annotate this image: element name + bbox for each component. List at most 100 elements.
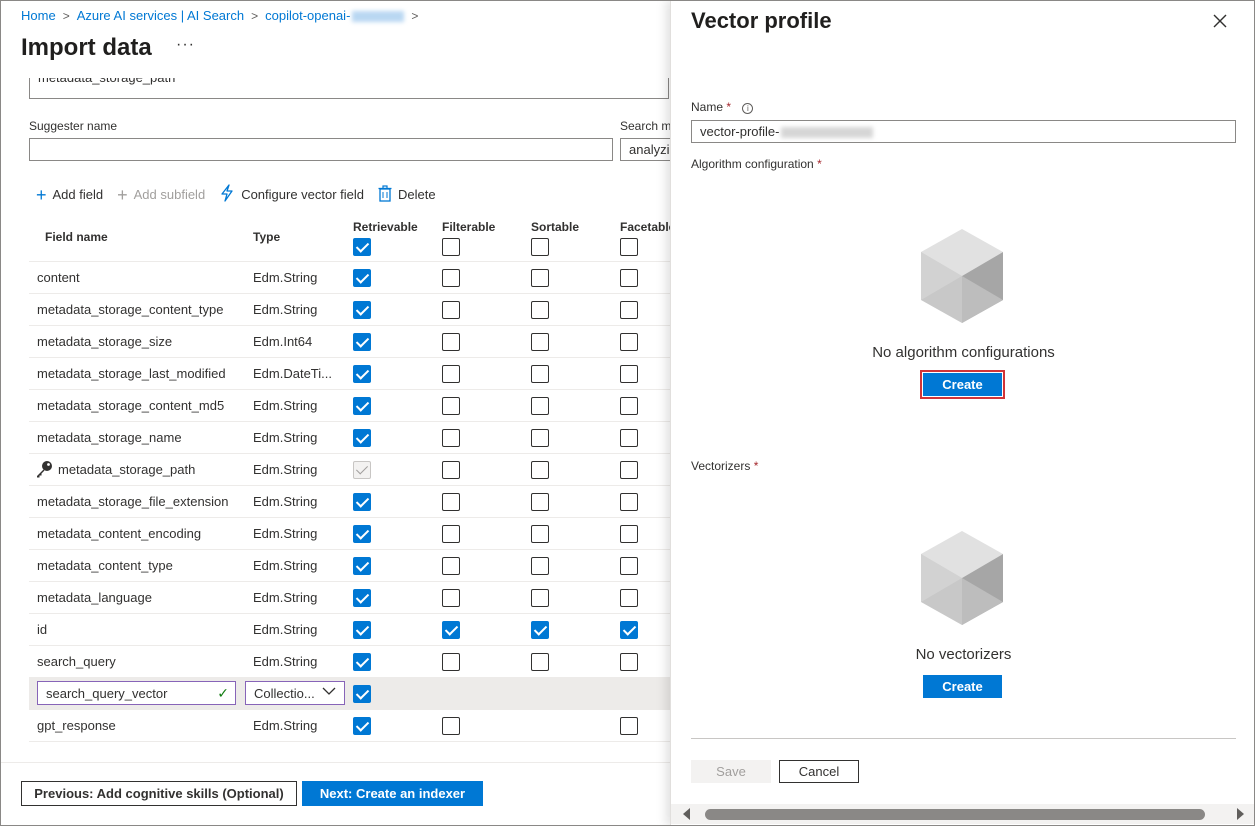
filterable-checkbox[interactable] [442, 397, 460, 415]
field-type-select[interactable]: Collectio... [245, 681, 345, 705]
close-icon[interactable] [1211, 12, 1229, 30]
configure-vector-field-button[interactable]: Configure vector field [219, 184, 364, 205]
sortable-checkbox[interactable] [531, 429, 549, 447]
add-subfield-button[interactable]: + Add subfield [117, 186, 205, 204]
field-name-cell[interactable]: metadata_storage_content_type [37, 302, 247, 317]
table-row[interactable]: metadata_storage_path Edm.String [29, 454, 670, 486]
facetable-checkbox[interactable] [620, 653, 638, 671]
key-field-input[interactable]: metadata_storage_path [29, 78, 669, 99]
field-type-cell[interactable]: Edm.String [253, 590, 338, 605]
filterable-checkbox[interactable] [442, 269, 460, 287]
filterable-checkbox[interactable] [442, 333, 460, 351]
table-row[interactable]: metadata_content_type Edm.String [29, 550, 670, 582]
table-row[interactable]: metadata_storage_content_type Edm.String [29, 294, 670, 326]
next-create-indexer-button[interactable]: Next: Create an indexer [302, 781, 483, 806]
add-field-button[interactable]: + Add field [36, 186, 103, 204]
facetable-checkbox[interactable] [620, 333, 638, 351]
table-row[interactable]: metadata_language Edm.String [29, 582, 670, 614]
field-name-cell[interactable]: metadata_language [37, 590, 247, 605]
facetable-checkbox[interactable] [620, 269, 638, 287]
field-type-cell[interactable]: Edm.Int64 [253, 334, 338, 349]
select-all-facetable-checkbox[interactable] [620, 238, 638, 256]
retrievable-checkbox[interactable] [353, 653, 371, 671]
retrievable-checkbox[interactable] [353, 525, 371, 543]
facetable-checkbox[interactable] [620, 717, 638, 735]
retrievable-checkbox[interactable] [353, 301, 371, 319]
scrollbar-thumb[interactable] [705, 809, 1205, 820]
horizontal-scrollbar[interactable] [671, 804, 1255, 824]
sortable-checkbox[interactable] [531, 525, 549, 543]
column-header-type[interactable]: Type [253, 230, 280, 244]
filterable-checkbox[interactable] [442, 429, 460, 447]
field-type-cell[interactable]: Edm.String [253, 430, 338, 445]
delete-button[interactable]: Delete [378, 184, 436, 205]
field-name-cell[interactable]: metadata_storage_content_md5 [37, 398, 247, 413]
field-name-cell[interactable]: metadata_storage_file_extension [37, 494, 247, 509]
table-row[interactable]: id Edm.String [29, 614, 670, 646]
table-row[interactable]: metadata_storage_file_extension Edm.Strin… [29, 486, 670, 518]
sortable-checkbox[interactable] [531, 365, 549, 383]
retrievable-checkbox[interactable] [353, 557, 371, 575]
table-row[interactable]: metadata_storage_last_modified Edm.DateTi… [29, 358, 670, 390]
retrievable-checkbox[interactable] [353, 365, 371, 383]
field-type-cell[interactable]: Edm.String [253, 270, 338, 285]
previous-button[interactable]: Previous: Add cognitive skills (Optional… [21, 781, 297, 806]
filterable-checkbox[interactable] [442, 589, 460, 607]
retrievable-checkbox[interactable] [353, 269, 371, 287]
scroll-right-icon[interactable] [1237, 808, 1244, 820]
select-all-retrievable-checkbox[interactable] [353, 238, 371, 256]
scroll-left-icon[interactable] [683, 808, 690, 820]
field-type-cell[interactable]: Edm.String [253, 558, 338, 573]
facetable-checkbox[interactable] [620, 365, 638, 383]
select-all-sortable-checkbox[interactable] [531, 238, 549, 256]
retrievable-checkbox[interactable] [353, 589, 371, 607]
table-row[interactable]: gpt_response Edm.String [29, 710, 670, 742]
table-row[interactable]: metadata_storage_content_md5 Edm.String [29, 390, 670, 422]
more-options-button[interactable]: ··· [176, 36, 195, 54]
facetable-checkbox[interactable] [620, 429, 638, 447]
filterable-checkbox[interactable] [442, 717, 460, 735]
field-name-cell[interactable]: gpt_response [37, 718, 247, 733]
table-row[interactable]: metadata_storage_name Edm.String [29, 422, 670, 454]
sortable-checkbox[interactable] [531, 269, 549, 287]
field-name-cell[interactable]: metadata_storage_path [58, 462, 268, 477]
field-type-cell[interactable]: Edm.String [253, 622, 338, 637]
profile-name-input[interactable]: vector-profile- [691, 120, 1236, 143]
field-name-cell[interactable]: id [37, 622, 247, 637]
facetable-checkbox[interactable] [620, 461, 638, 479]
retrievable-checkbox[interactable] [353, 493, 371, 511]
field-name-input[interactable]: search_query_vector ✓ [37, 681, 236, 705]
filterable-checkbox[interactable] [442, 525, 460, 543]
field-type-cell[interactable]: Edm.String [253, 494, 338, 509]
filterable-checkbox[interactable] [442, 301, 460, 319]
field-type-cell[interactable]: Edm.String [253, 526, 338, 541]
breadcrumb-home[interactable]: Home [21, 8, 56, 23]
facetable-checkbox[interactable] [620, 525, 638, 543]
field-type-cell[interactable]: Edm.String [253, 398, 338, 413]
table-row[interactable]: search_query_vector ✓ Collectio... [29, 678, 670, 710]
sortable-checkbox[interactable] [531, 397, 549, 415]
retrievable-checkbox[interactable] [353, 429, 371, 447]
sortable-checkbox[interactable] [531, 589, 549, 607]
filterable-checkbox[interactable] [442, 493, 460, 511]
table-row[interactable]: metadata_content_encoding Edm.String [29, 518, 670, 550]
select-all-filterable-checkbox[interactable] [442, 238, 460, 256]
field-name-cell[interactable]: metadata_content_encoding [37, 526, 247, 541]
sortable-checkbox[interactable] [531, 333, 549, 351]
field-name-cell[interactable]: content [37, 270, 247, 285]
retrievable-checkbox[interactable] [353, 685, 371, 703]
breadcrumb-resource[interactable]: copilot-openai- [265, 8, 405, 23]
info-icon[interactable]: i [742, 103, 754, 114]
field-type-cell[interactable]: Edm.DateTi... [253, 366, 338, 381]
breadcrumb-ai-services[interactable]: Azure AI services | AI Search [77, 8, 244, 23]
field-type-cell[interactable]: Edm.String [253, 654, 338, 669]
sortable-checkbox[interactable] [531, 621, 549, 639]
create-vectorizer-button[interactable]: Create [923, 675, 1002, 698]
filterable-checkbox[interactable] [442, 621, 460, 639]
facetable-checkbox[interactable] [620, 621, 638, 639]
field-name-cell[interactable]: metadata_storage_last_modified [37, 366, 247, 381]
facetable-checkbox[interactable] [620, 301, 638, 319]
retrievable-checkbox[interactable] [353, 333, 371, 351]
facetable-checkbox[interactable] [620, 493, 638, 511]
column-header-field-name[interactable]: Field name [45, 230, 108, 244]
